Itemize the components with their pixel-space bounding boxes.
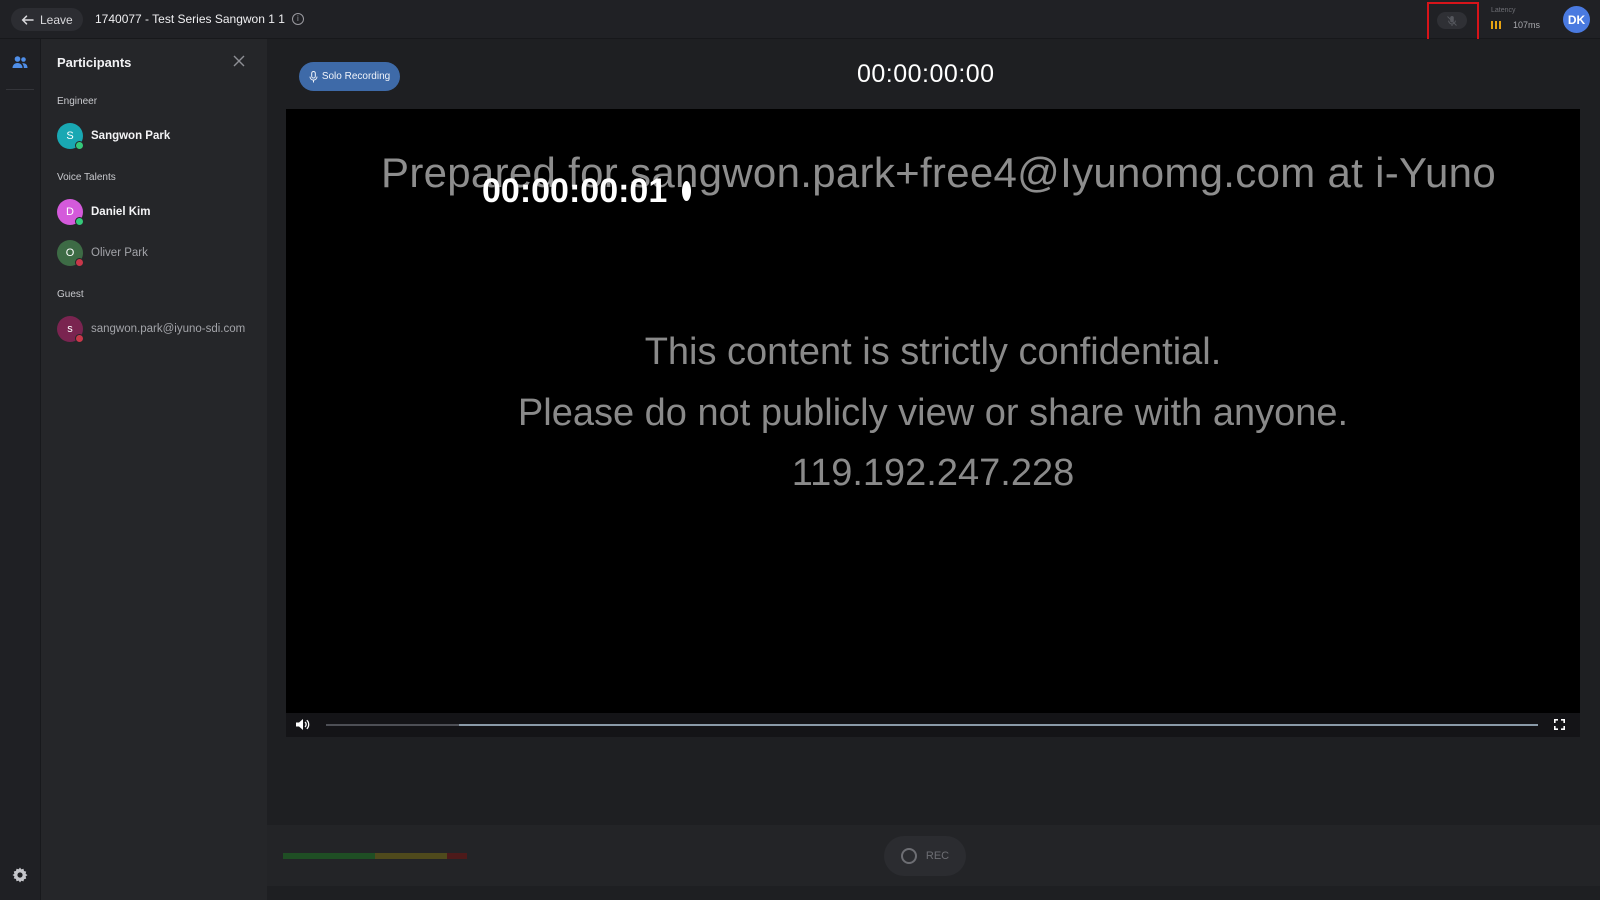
- participant-name: sangwon.park@iyuno-sdi.com: [91, 323, 246, 335]
- rail-divider: [6, 89, 34, 90]
- avatar: D: [57, 199, 84, 226]
- avatar-initial: S: [66, 130, 74, 142]
- user-initials: DK: [1567, 12, 1586, 27]
- seek-bar[interactable]: [326, 724, 1538, 726]
- group-label-engineer: Engineer: [57, 96, 98, 107]
- participant-guest[interactable]: s sangwon.park@iyuno-sdi.com: [57, 316, 263, 343]
- avatar-initial: s: [67, 323, 73, 335]
- latency-label: Latency: [1491, 7, 1516, 14]
- latency-indicator: Latency 107ms: [1491, 7, 1547, 33]
- mic-mute-toggle[interactable]: [1437, 12, 1467, 29]
- mic-off-icon: [1447, 15, 1457, 26]
- panel-title: Participants: [57, 55, 132, 70]
- confidential-line-1: This content is strictly confidential.: [644, 331, 1222, 373]
- user-avatar[interactable]: DK: [1563, 6, 1590, 33]
- status-dot-online: [75, 141, 84, 150]
- participants-icon[interactable]: [12, 55, 28, 69]
- group-label-voice-talents: Voice Talents: [57, 172, 116, 183]
- solo-recording-button[interactable]: Solo Recording: [299, 62, 400, 91]
- gear-icon[interactable]: [11, 866, 29, 884]
- session-title: 1740077 - Test Series Sangwon 1 1 i: [95, 12, 304, 26]
- top-bar: Leave 1740077 - Test Series Sangwon 1 1 …: [0, 0, 1600, 44]
- seek-progress: [326, 724, 460, 726]
- left-rail: [0, 39, 41, 900]
- participant-sangwon-park[interactable]: S Sangwon Park: [57, 123, 263, 150]
- participants-panel: Participants Engineer S Sangwon Park Voi…: [41, 39, 267, 900]
- avatar: s: [57, 316, 84, 343]
- participant-daniel-kim[interactable]: D Daniel Kim: [57, 199, 263, 226]
- audio-level-meter: [283, 853, 467, 859]
- signal-bars-icon: [1491, 21, 1501, 29]
- status-dot-offline: [75, 258, 84, 267]
- video-player[interactable]: Prepared for sangwon.park+free4@Iyunomg.…: [286, 109, 1580, 713]
- rec-button[interactable]: REC: [884, 836, 966, 876]
- fullscreen-icon[interactable]: [1554, 719, 1565, 730]
- player-controls: [286, 713, 1580, 737]
- rec-label: REC: [925, 850, 950, 862]
- info-icon[interactable]: i: [291, 13, 304, 25]
- participant-oliver-park[interactable]: O Oliver Park: [57, 240, 263, 267]
- session-title-text: 1740077 - Test Series Sangwon 1 1: [95, 12, 285, 26]
- status-dot-offline: [75, 334, 84, 343]
- session-timecode: 00:00:00:00: [857, 60, 995, 88]
- main-area: Solo Recording 00:00:00:00 Prepared for …: [267, 39, 1600, 900]
- leave-label: Leave: [40, 12, 73, 27]
- group-label-guest: Guest: [57, 289, 84, 300]
- mic-icon: [309, 70, 318, 82]
- record-icon: [900, 848, 917, 864]
- avatar-initial: D: [66, 206, 74, 218]
- volume-icon[interactable]: [295, 718, 310, 731]
- burnin-marker: [682, 181, 691, 201]
- latency-value: 107ms: [1513, 20, 1541, 30]
- participant-name: Daniel Kim: [91, 206, 151, 218]
- confidential-line-2: Please do not publicly view or share wit…: [517, 392, 1349, 434]
- ip-address: 119.192.247.228: [791, 452, 1075, 494]
- burnin-timecode: 00:00:00:01: [482, 172, 668, 210]
- avatar: S: [57, 123, 84, 150]
- status-dot-online: [75, 217, 84, 226]
- solo-recording-label: Solo Recording: [321, 71, 391, 82]
- participant-name: Sangwon Park: [91, 130, 171, 142]
- recording-bar: REC: [267, 825, 1600, 886]
- avatar-initial: O: [65, 247, 75, 259]
- close-icon[interactable]: [232, 54, 246, 68]
- avatar: O: [57, 240, 84, 267]
- arrow-left-icon: [21, 14, 34, 25]
- participant-name: Oliver Park: [91, 247, 148, 259]
- leave-button[interactable]: Leave: [11, 8, 83, 31]
